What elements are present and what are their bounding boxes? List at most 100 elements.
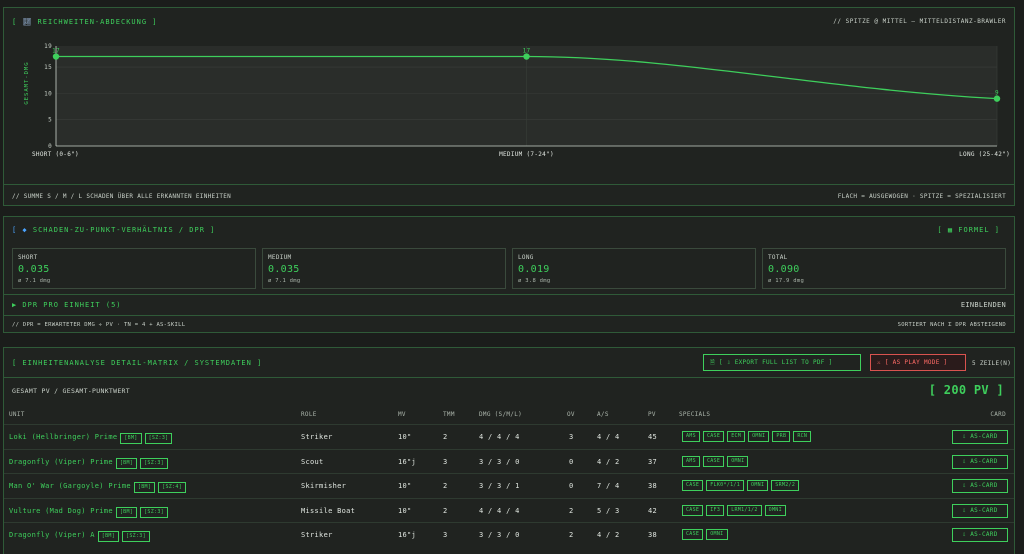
- col-as[interactable]: A/S: [597, 411, 609, 418]
- chart-footer-right: FLACH = AUSGEWOGEN · SPITZE = SPEZIALISI…: [837, 193, 1006, 200]
- special-tag: LRM1/1/2: [727, 504, 762, 516]
- special-tag: OMNI: [764, 504, 786, 516]
- unit-name: Dragonfly (Viper) A [BM] [SZ:3]: [9, 531, 150, 542]
- stat-sub: ø 7.1 dmg: [18, 278, 51, 284]
- unit-tag: [SZ:3]: [140, 506, 168, 518]
- cell-tmm: 2: [443, 482, 448, 490]
- unit-tag: [SZ:3]: [140, 457, 168, 469]
- as-card-button[interactable]: ⇩ AS-CARD: [952, 454, 1008, 469]
- document-icon: 🗎︎: [710, 359, 716, 366]
- stat-key: TOTAL: [768, 254, 788, 261]
- col-tmm[interactable]: TMM: [443, 411, 455, 418]
- col-specials[interactable]: SPECIALS: [679, 411, 710, 418]
- cell-mv: 10": [398, 506, 412, 515]
- chart-footer-left: // SUMME S / M / L SCHADEN ÜBER ALLE ERK…: [12, 193, 232, 200]
- cell-mv: 16"j: [398, 531, 417, 539]
- dpr-per-unit-expander[interactable]: ▶ DPR PRO EINHEIT (5): [12, 301, 122, 309]
- dpr-title-text: SCHADEN-ZU-PUNKT-VERHÄLTNIS / DPR ]: [32, 226, 216, 234]
- y-tick-label: 19: [44, 43, 52, 50]
- col-role[interactable]: ROLE: [301, 411, 317, 418]
- special-tag: CASE: [702, 431, 725, 442]
- col-ov[interactable]: OV: [567, 411, 575, 418]
- stat-long: LONG 0.019 ø 3.8 dmg: [512, 248, 756, 289]
- unit-tag: [BM]: [115, 506, 138, 518]
- unit-name-text: Vulture (Mad Dog) Prime: [9, 506, 113, 515]
- export-pdf-button[interactable]: 🗎︎ [ ⇩ EXPORT FULL LIST TO PDF ]: [703, 354, 861, 371]
- as-card-button[interactable]: ⇩ AS-CARD: [952, 479, 1008, 493]
- total-pv-value: [ 200 PV ]: [928, 383, 1004, 397]
- table-row[interactable]: Vulture (Mad Dog) Prime [BM] [SZ:3] Missile…: [4, 497, 1014, 523]
- cell-as: 4 / 2: [597, 457, 620, 466]
- cell-tmm: 2: [443, 433, 448, 441]
- export-pdf-label: [ ⇩ EXPORT FULL LIST TO PDF ]: [719, 359, 833, 366]
- unit-name: Vulture (Mad Dog) Prime [BM] [SZ:3]: [9, 506, 168, 518]
- cell-ov: 0: [569, 457, 574, 466]
- stat-sub: ø 17.9 dmg: [768, 278, 805, 284]
- unit-tag: [SZ:3]: [122, 531, 150, 542]
- dpr-title: [ ◆ SCHADEN-ZU-PUNKT-VERHÄLTNIS / DPR ]: [12, 226, 215, 234]
- x-tick-label: MEDIUM (7-24"): [499, 151, 554, 158]
- cell-mv: 10": [398, 482, 412, 490]
- special-tag: AMS: [682, 455, 700, 467]
- unit-matrix-title: [ EINHEITENANALYSE DETAIL-MATRIX / SYSTE…: [12, 359, 263, 367]
- special-tag: OMNI: [727, 455, 749, 467]
- table-row[interactable]: Loki (Hellbringer) Prime [BM] [SZ:3] Strike…: [4, 424, 1014, 449]
- y-tick-label: 15: [44, 64, 52, 71]
- formula-button[interactable]: [ ▦ FORMEL ]: [937, 226, 1000, 234]
- cell-dmg: 3 / 3 / 0: [479, 531, 520, 539]
- unit-tag: [BM]: [133, 482, 156, 493]
- unit-tag: [SZ:3]: [144, 433, 173, 444]
- unit-name-text: Dragonfly (Viper) A: [9, 531, 95, 539]
- unit-name-text: Loki (Hellbringer) Prime: [9, 433, 118, 441]
- table-row[interactable]: Dragonfly (Viper) Prime [BM] [SZ:3] Scout 16…: [4, 448, 1014, 474]
- cell-dmg: 4 / 4 / 4: [479, 433, 520, 441]
- as-card-label: AS-CARD: [970, 531, 998, 538]
- show-button[interactable]: EINBLENDEN: [961, 301, 1006, 309]
- col-card[interactable]: CARD: [990, 411, 1006, 418]
- row-count: 5 ZEILE(N): [972, 360, 1012, 367]
- cell-mv: 16"j: [398, 457, 417, 466]
- as-card-button[interactable]: ⇩ AS-CARD: [952, 503, 1008, 518]
- special-tag: OMNI: [706, 529, 728, 540]
- special-tag: CASE: [702, 455, 725, 467]
- cell-tmm: 3: [443, 457, 448, 466]
- table-row[interactable]: Man O' War (Gargoyle) Prime [BM] [SZ:4] Ski…: [4, 473, 1014, 498]
- cell-ov: 0: [569, 482, 574, 490]
- x-tick-label: LONG (25-42"): [959, 151, 1010, 158]
- cell-as: 5 / 3: [597, 506, 620, 515]
- special-tag: CASE: [682, 480, 704, 491]
- cell-as: 7 / 4: [597, 482, 620, 490]
- col-mv[interactable]: MV: [398, 411, 406, 418]
- as-card-label: AS-CARD: [970, 457, 998, 465]
- stat-sub: ø 3.8 dmg: [518, 278, 551, 284]
- stat-total: TOTAL 0.090 ø 17.9 dmg: [762, 248, 1006, 289]
- stat-key: SHORT: [18, 254, 38, 261]
- col-dmg[interactable]: DMG (S/M/L): [479, 411, 522, 418]
- as-card-label: AS-CARD: [970, 506, 998, 514]
- special-tag: RCN: [793, 431, 812, 442]
- as-card-label: AS-CARD: [970, 482, 998, 489]
- x-tick-label: SHORT (0-6"): [32, 151, 79, 158]
- chart-footer: // SUMME S / M / L SCHADEN ÜBER ALLE ERK…: [4, 184, 1014, 206]
- stat-medium: MEDIUM 0.035 ø 7.1 dmg: [262, 248, 506, 289]
- table-row[interactable]: Dragonfly (Viper) A [BM] [SZ:3] Striker 16"j…: [4, 522, 1014, 547]
- special-tag: PRB: [772, 431, 791, 442]
- stat-value: 0.035: [18, 264, 50, 275]
- cell-pv: 37: [648, 457, 658, 466]
- as-card-button[interactable]: ⇩ AS-CARD: [952, 430, 1008, 444]
- cell-role: Striker: [301, 433, 333, 441]
- col-unit[interactable]: UNIT: [9, 411, 25, 418]
- special-tag: SRM2/2: [771, 480, 800, 491]
- special-tag: OMNI: [748, 431, 770, 442]
- crossed-swords-icon: ⚔︎: [877, 359, 881, 366]
- cell-dmg: 4 / 4 / 4: [479, 506, 520, 515]
- col-pv[interactable]: PV: [648, 411, 656, 418]
- cell-tmm: 3: [443, 531, 448, 539]
- special-tag: CASE: [682, 529, 704, 540]
- cell-role: Skirmisher: [301, 482, 347, 490]
- unit-tag: [SZ:4]: [158, 482, 187, 493]
- specials-list: AMS CASE ECM OMNI PRB RCN: [682, 431, 814, 442]
- as-play-mode-button[interactable]: ⚔︎ [ AS PLAY MODE ]: [870, 354, 966, 371]
- stat-value: 0.035: [268, 264, 300, 275]
- as-card-button[interactable]: ⇩ AS-CARD: [952, 528, 1008, 542]
